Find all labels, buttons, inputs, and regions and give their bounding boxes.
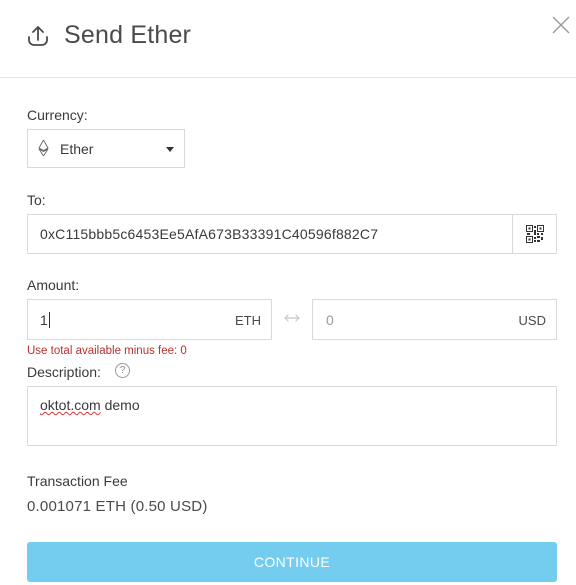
amount-eth-value: 1 (40, 312, 48, 328)
recipient-address-value: 0xC115bbb5c6453Ee5AfA673B33391C40596f882… (40, 226, 379, 242)
amount-usd-unit: USD (518, 313, 546, 328)
description-value: oktot.com demo (40, 397, 140, 413)
page-title: Send Ether (64, 21, 192, 49)
amount-usd-input[interactable]: 0 USD (312, 299, 557, 340)
currency-select[interactable]: Ether (27, 129, 185, 168)
currency-value: Ether (60, 141, 94, 157)
amount-eth-input[interactable]: 1 ETH (27, 299, 272, 340)
continue-button[interactable]: CONTINUE (27, 542, 557, 582)
transaction-fee-value: 0.001071 ETH (0.50 USD) (27, 498, 208, 515)
to-label: To: (27, 192, 46, 208)
amount-eth-unit: ETH (235, 313, 261, 328)
amount-usd-value: 0 (326, 312, 334, 328)
description-word: demo (100, 397, 140, 413)
swap-arrows-icon (284, 314, 300, 322)
transaction-fee-title: Transaction Fee (27, 473, 128, 489)
upload-icon (28, 26, 48, 46)
description-word-misspelled: oktot.com (40, 397, 101, 413)
ethereum-icon (38, 140, 49, 156)
use-total-minus-fee-link[interactable]: Use total available minus fee: 0 (27, 345, 187, 357)
text-cursor (48, 312, 50, 328)
qr-scan-button[interactable] (512, 215, 556, 253)
qr-code-icon (526, 225, 544, 243)
currency-label: Currency: (27, 107, 88, 123)
modal-header: Send Ether (0, 0, 576, 78)
description-input[interactable]: oktot.com demo (27, 386, 557, 446)
amount-eth-value-wrap: 1 (40, 312, 50, 328)
amount-label: Amount: (27, 277, 80, 293)
caret-down-icon (166, 147, 174, 152)
help-icon[interactable]: ? (115, 363, 130, 378)
description-label: Description: (27, 364, 101, 380)
close-icon[interactable] (551, 15, 571, 35)
recipient-address-input[interactable]: 0xC115bbb5c6453Ee5AfA673B33391C40596f882… (27, 214, 557, 254)
